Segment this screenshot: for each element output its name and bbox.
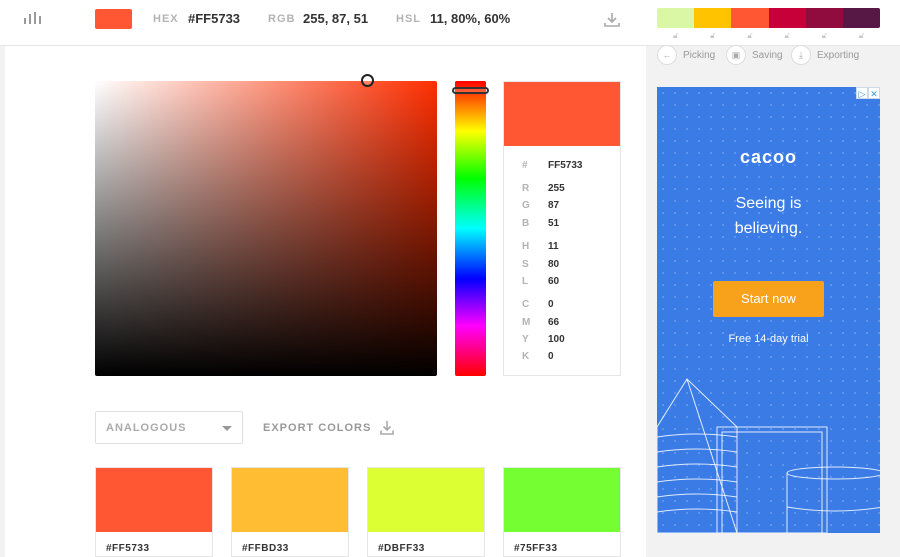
download-icon [380, 421, 395, 435]
ad-close-icon[interactable]: ✕ [868, 87, 880, 99]
h-key: H [522, 241, 530, 252]
g-key: G [522, 200, 530, 211]
hex-code[interactable]: FF5733 [548, 160, 582, 171]
download-icon[interactable] [602, 10, 622, 30]
rgb-value[interactable]: 255, 87, 51 [303, 11, 368, 26]
history-swatch[interactable] [805, 8, 843, 28]
ad-headline-line-2: believing. [734, 220, 803, 237]
h-value[interactable]: 11 [548, 241, 559, 252]
scheme-select-value: ANALOGOUS [106, 422, 187, 434]
ad-badge[interactable]: ▷ ✕ [856, 87, 880, 99]
current-color-swatch [95, 9, 132, 29]
g-value[interactable]: 87 [548, 200, 559, 211]
lock-icon[interactable]: 🔓︎ [657, 31, 694, 41]
palette-hex: #FF5733 [106, 543, 150, 554]
y-value[interactable]: 100 [548, 334, 565, 345]
saturation-value-picker[interactable] [95, 81, 437, 376]
hex-key: # [522, 160, 528, 171]
feature-saving-label: Saving [752, 49, 783, 61]
scheme-select[interactable]: ANALOGOUS [95, 411, 243, 444]
k-value[interactable]: 0 [548, 351, 554, 362]
l-key: L [522, 276, 529, 287]
rgb-label: RGB [268, 13, 296, 25]
feature-saving: ▣ Saving [726, 45, 783, 65]
history-swatch[interactable] [731, 8, 769, 28]
l-value[interactable]: 60 [548, 276, 559, 287]
export-colors-label: EXPORT COLORS [263, 422, 372, 434]
ad-info-icon[interactable]: ▷ [856, 87, 868, 99]
r-key: R [522, 183, 530, 194]
ad-trial-text: Free 14-day trial [728, 333, 809, 345]
palette-swatch [368, 468, 484, 532]
hex-value[interactable]: #FF5733 [188, 11, 240, 26]
palette-card[interactable]: #FF5733 [95, 467, 213, 557]
ad-headline-line-1: Seeing is [735, 195, 802, 212]
palette-hex: #FFBD33 [242, 543, 289, 554]
hsl-value[interactable]: 11, 80%, 60% [430, 11, 510, 26]
hsl-label: HSL [396, 13, 421, 25]
m-value[interactable]: 66 [548, 317, 559, 328]
y-key: Y [522, 334, 529, 345]
feature-exporting: ⤓ Exporting [791, 45, 859, 65]
r-value[interactable]: 255 [548, 183, 565, 194]
c-key: C [522, 299, 530, 310]
history-locks: 🔓︎ 🔓︎ 🔓︎ 🔓︎ 🔓︎ 🔓︎ [657, 31, 880, 41]
history-swatch[interactable] [694, 8, 732, 28]
color-preview [504, 82, 620, 146]
hex-label: HEX [153, 13, 179, 25]
palette-swatch [504, 468, 620, 532]
hue-slider[interactable] [455, 81, 486, 376]
stats-icon[interactable] [24, 12, 42, 24]
feature-picking-label: Picking [683, 49, 716, 61]
lock-icon[interactable]: 🔓︎ [843, 31, 880, 41]
lock-icon[interactable]: 🔓︎ [769, 31, 806, 41]
palette-swatch [232, 468, 348, 532]
lock-icon: ▣ [726, 45, 746, 65]
color-history [657, 8, 880, 28]
s-value[interactable]: 80 [548, 259, 559, 270]
lock-icon[interactable]: 🔓︎ [694, 31, 731, 41]
m-key: M [522, 317, 531, 328]
palette-swatch [96, 468, 212, 532]
ad-logo: cacoo [739, 147, 798, 167]
export-colors-button[interactable]: EXPORT COLORS [263, 420, 395, 436]
feature-picking: ← Picking [657, 45, 715, 65]
c-value[interactable]: 0 [548, 299, 554, 310]
palette-card[interactable]: #75FF33 [503, 467, 621, 557]
b-value[interactable]: 51 [548, 218, 559, 229]
lock-icon[interactable]: 🔓︎ [731, 31, 768, 41]
b-key: B [522, 218, 530, 229]
ad-illustration [657, 378, 880, 533]
palette-card[interactable]: #DBFF33 [367, 467, 485, 557]
ad-headline: Seeing is believing. [657, 191, 880, 241]
export-icon: ⤓ [791, 45, 811, 65]
hue-slider-handle[interactable] [452, 87, 489, 94]
palette-hex: #DBFF33 [378, 543, 425, 554]
color-info-panel: # FF5733 R 255 G 87 B 51 H 11 S 80 L 60 C0 M 66 … [503, 81, 621, 376]
k-key: K [522, 351, 530, 362]
advertisement[interactable]: ▷ ✕ cacoo Seeing is believing. Start now… [657, 87, 880, 533]
picker-handle[interactable] [361, 74, 374, 87]
palette-card[interactable]: #FFBD33 [231, 467, 349, 557]
history-swatch[interactable] [657, 8, 695, 28]
lock-icon[interactable]: 🔓︎ [806, 31, 843, 41]
arrow-left-icon: ← [657, 45, 677, 65]
s-key: S [522, 259, 529, 270]
history-swatch[interactable] [768, 8, 806, 28]
feature-exporting-label: Exporting [817, 49, 860, 61]
palette-hex: #75FF33 [514, 543, 558, 554]
ad-start-now-button[interactable]: Start now [713, 281, 824, 317]
history-swatch[interactable] [842, 8, 880, 28]
caret-down-icon [222, 426, 232, 431]
